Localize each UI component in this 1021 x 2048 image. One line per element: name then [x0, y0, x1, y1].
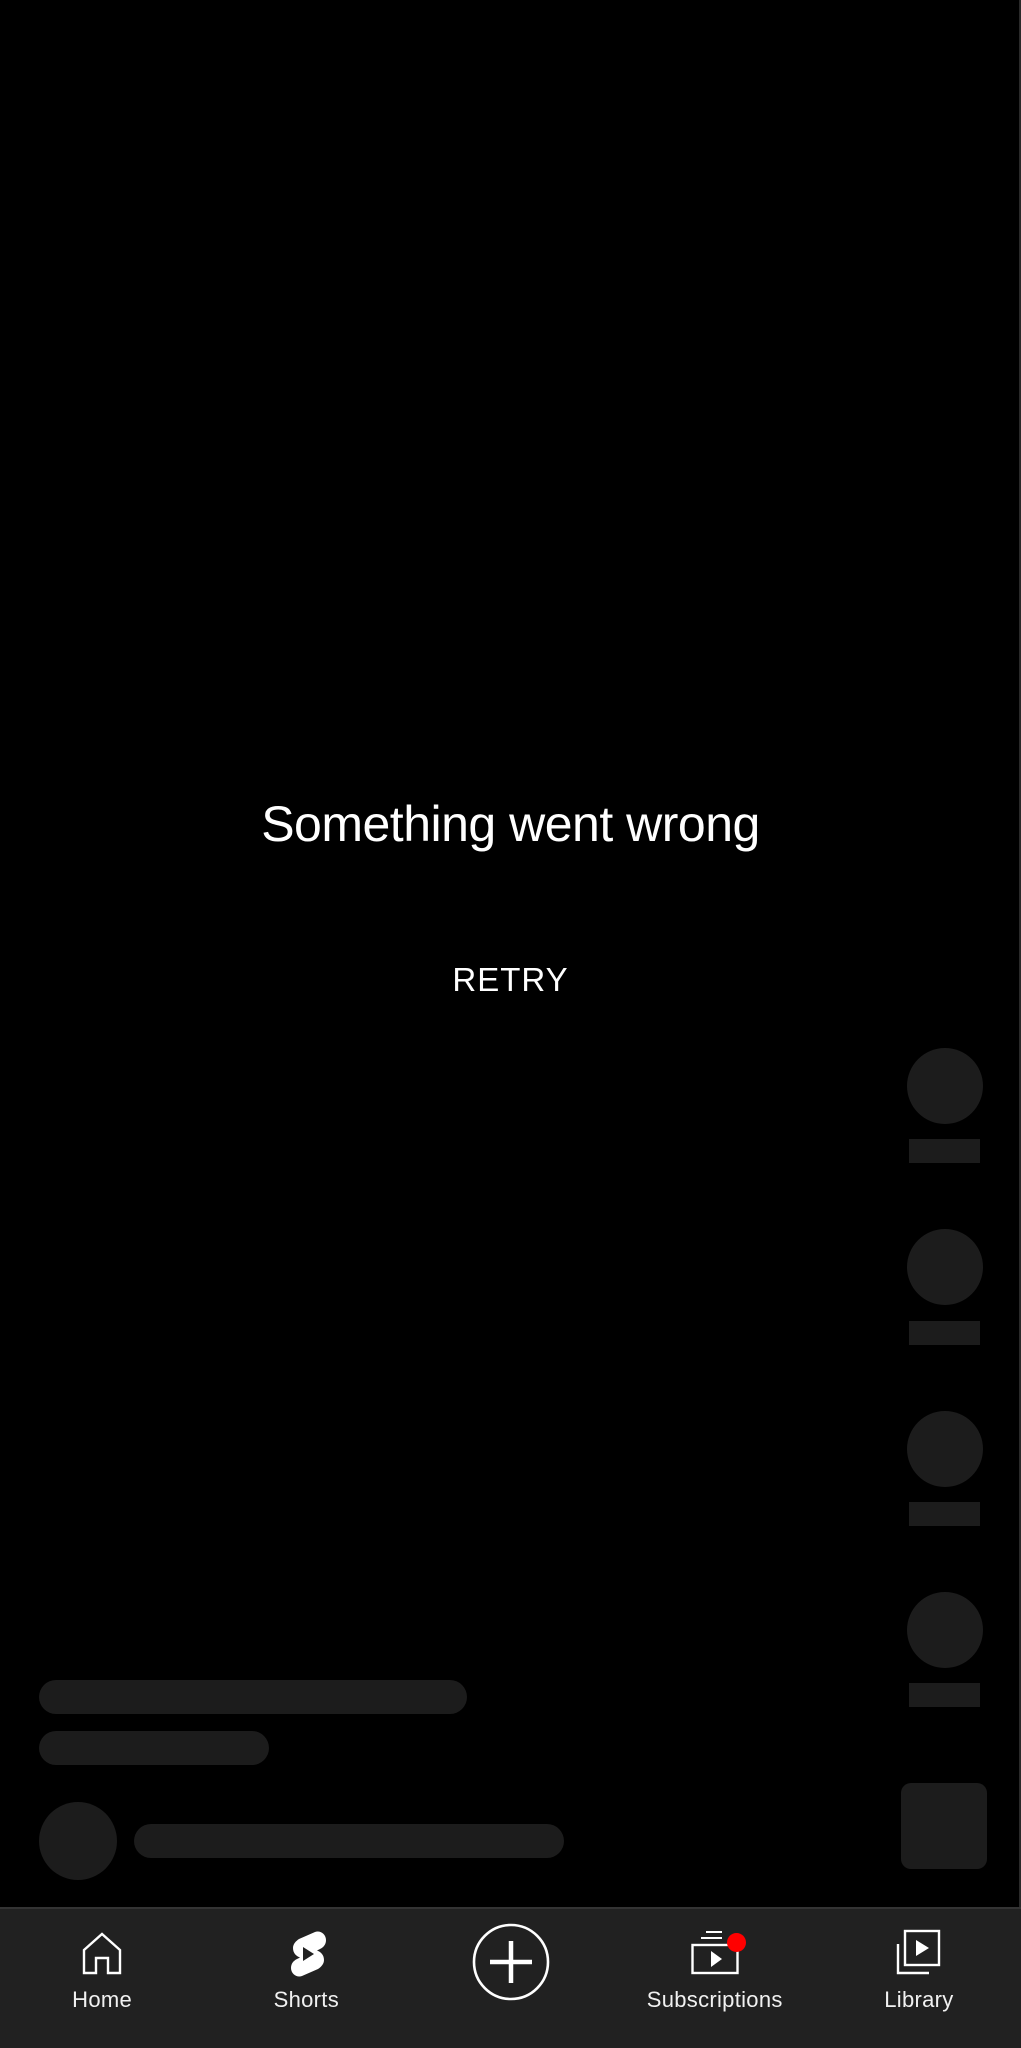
- subscriptions-icon-wrapper: [691, 1929, 746, 1977]
- skeleton-action-label: [909, 1321, 980, 1345]
- nav-item-home[interactable]: Home: [0, 1909, 204, 2048]
- skeleton-action-circle: [907, 1048, 983, 1124]
- nav-item-subscriptions[interactable]: Subscriptions: [613, 1909, 817, 2048]
- skeleton-action-label: [909, 1139, 980, 1163]
- retry-button[interactable]: RETRY: [438, 955, 582, 1005]
- skeleton-action-label: [909, 1502, 980, 1526]
- nav-label-home: Home: [72, 1987, 133, 2012]
- skeleton-action-label: [909, 1683, 980, 1707]
- skeleton-title-line: [39, 1680, 467, 1714]
- nav-item-library[interactable]: Library: [817, 1909, 1021, 2048]
- nav-item-create[interactable]: [408, 1909, 612, 2048]
- skeleton-action-circle: [907, 1229, 983, 1305]
- skeleton-action-circle: [907, 1592, 983, 1668]
- library-icon: [896, 1929, 941, 1975]
- skeleton-channel-name: [134, 1824, 564, 1858]
- home-icon: [82, 1932, 122, 1975]
- skeleton-sound-thumbnail: [901, 1783, 987, 1869]
- create-plus-icon: [472, 1923, 549, 2001]
- shorts-icon: [291, 1931, 327, 1977]
- nav-item-shorts[interactable]: Shorts: [204, 1909, 408, 2048]
- nav-label-shorts: Shorts: [273, 1987, 339, 2012]
- skeleton-action-circle: [907, 1411, 983, 1487]
- skeleton-subtitle-line: [39, 1731, 269, 1765]
- bottom-navigation: Home Shorts Subscriptions Library: [0, 1907, 1021, 2048]
- nav-label-library: Library: [884, 1987, 954, 2012]
- nav-label-subscriptions: Subscriptions: [646, 1987, 783, 2012]
- skeleton-channel-avatar: [39, 1802, 117, 1880]
- notification-badge: [726, 1933, 746, 1952]
- error-message: Something went wrong: [261, 796, 760, 852]
